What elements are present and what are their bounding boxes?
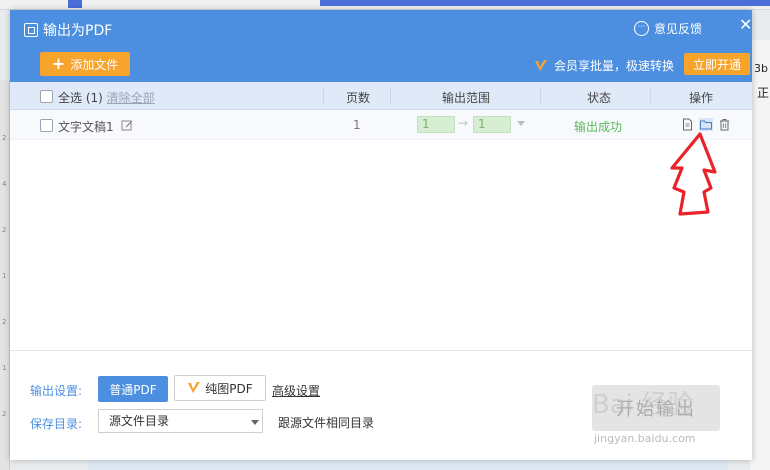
background-document-edge: 3b 正: [750, 40, 770, 470]
vip-v-icon: [188, 382, 201, 393]
pdf-export-icon: [24, 23, 38, 37]
plus-icon: +: [51, 54, 66, 73]
feedback-label: 意见反馈: [654, 22, 703, 36]
output-settings-label: 输出设置:: [30, 384, 83, 398]
column-divider: [650, 89, 651, 103]
vip-promo: 会员享批量，极速转换: [534, 57, 674, 74]
rename-edit-icon[interactable]: [121, 119, 133, 131]
ruler-mark: 1: [2, 272, 7, 280]
range-from-input[interactable]: 1: [417, 116, 455, 133]
column-header-actions: 操作: [689, 91, 714, 105]
baidu-watermark-url: jingyan.baidu.com: [594, 432, 696, 445]
ruler-mark: 2: [2, 318, 7, 326]
ruler-mark: 1: [2, 364, 7, 372]
file-table-header: 全选 (1) 清除全部 页数 输出范围 状态 操作: [10, 82, 752, 110]
ruler-mark: 4: [2, 180, 7, 188]
row-status: 输出成功: [574, 120, 623, 134]
vip-v-icon: [535, 59, 547, 71]
dialog-title: 输出为PDF: [24, 20, 112, 40]
same-dir-text: 跟源文件相同目录: [278, 416, 375, 430]
save-dir-label: 保存目录:: [30, 417, 83, 431]
background-tab-marker: [68, 0, 82, 8]
vip-promo-text: 会员享批量，极速转换: [554, 59, 675, 73]
background-right-text: 正: [757, 86, 770, 100]
background-document-bottom: [88, 460, 728, 470]
column-header-status: 状态: [587, 91, 612, 105]
close-icon[interactable]: ✕: [739, 15, 752, 34]
add-file-label: 添加文件: [70, 57, 119, 72]
column-divider: [323, 89, 324, 103]
background-ruler: 2 4 2 1 2 1 2: [0, 80, 10, 470]
row-checkbox[interactable]: [40, 119, 53, 132]
baidu-watermark: Bai 经验: [592, 390, 694, 420]
save-dir-value: 源文件目录: [109, 414, 170, 428]
row-page-count: 1: [353, 118, 361, 132]
dialog-title-text: 输出为PDF: [43, 23, 113, 39]
clear-all-link[interactable]: 清除全部: [107, 91, 155, 105]
save-dir-select[interactable]: 源文件目录: [98, 409, 263, 433]
background-active-tab: [320, 0, 770, 6]
ruler-mark: 2: [2, 226, 7, 234]
select-all-checkbox[interactable]: [40, 90, 53, 103]
feedback-button[interactable]: ··· 意见反馈: [634, 20, 702, 37]
range-to-input[interactable]: 1: [473, 116, 511, 133]
select-all-label: 全选 (1) 清除全部: [58, 89, 155, 106]
background-right-text: 3b: [754, 62, 768, 75]
ruler-mark: 2: [2, 410, 7, 418]
ruler-mark: 2: [2, 134, 7, 142]
chevron-down-icon: [251, 420, 259, 425]
select-count: (1): [85, 91, 103, 105]
image-pdf-button[interactable]: 纯图PDF: [174, 375, 266, 401]
annotation-arrow-icon: [670, 132, 717, 216]
select-all-text: 全选: [58, 91, 83, 105]
column-divider: [540, 89, 541, 103]
background-titlebar: [0, 0, 770, 10]
open-vip-button[interactable]: 立即开通: [684, 53, 750, 75]
range-dropdown-icon[interactable]: [517, 121, 525, 126]
normal-pdf-button[interactable]: 普通PDF: [98, 376, 168, 402]
column-header-range: 输出范围: [442, 91, 491, 105]
image-pdf-label: 纯图PDF: [205, 381, 253, 396]
row-filename: 文字文稿1: [58, 120, 114, 134]
chat-bubble-icon: ···: [634, 21, 649, 36]
add-file-button[interactable]: + 添加文件: [40, 52, 130, 76]
table-row: 文字文稿1 1 1 → 1 输出成功: [10, 110, 752, 140]
column-header-pages: 页数: [346, 91, 371, 105]
range-arrow-icon: →: [458, 116, 469, 130]
advanced-settings-link[interactable]: 高级设置: [272, 382, 320, 399]
column-divider: [390, 89, 391, 103]
dialog-header: 输出为PDF ··· 意见反馈 ✕ + 添加文件 会员享批量，极速转换 立即开通: [10, 10, 752, 82]
